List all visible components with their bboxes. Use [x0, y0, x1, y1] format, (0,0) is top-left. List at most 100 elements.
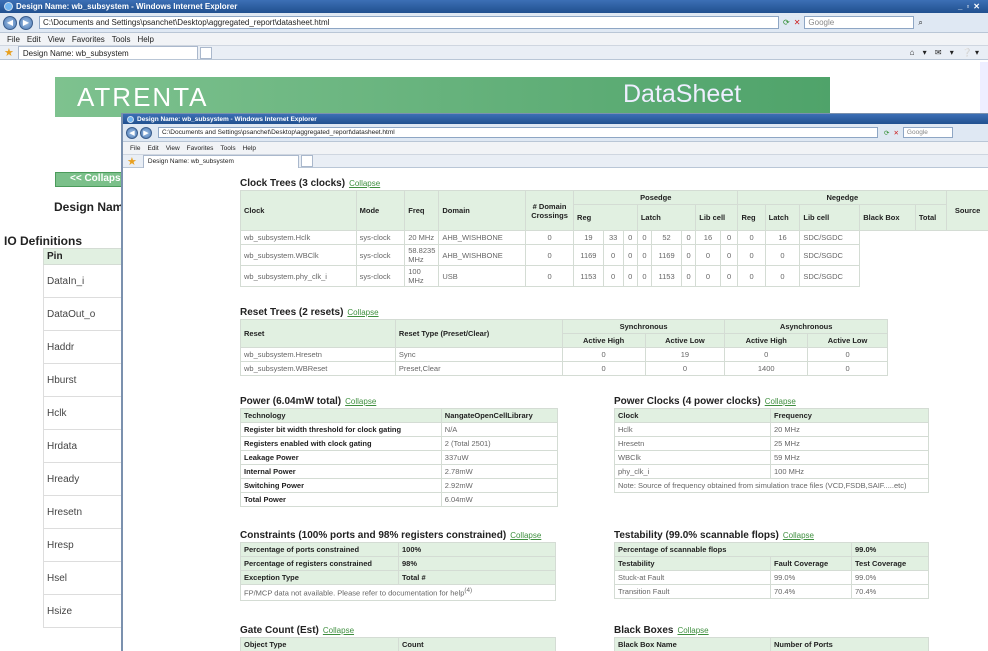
stop-icon[interactable]: ✕: [893, 129, 898, 137]
power-collapse-link[interactable]: Collapse: [345, 397, 376, 406]
back-address-input[interactable]: C:\Documents and Settings\psanchet\Deskt…: [39, 16, 779, 29]
power-row: Leakage Power 337uW: [240, 450, 559, 465]
collapse-all-button[interactable]: << Collaps: [55, 172, 125, 187]
menu-view[interactable]: View: [166, 145, 180, 152]
clock-domain: USB: [438, 265, 527, 287]
window-controls-icon[interactable]: _▫✕: [958, 2, 984, 11]
power-clocks-table: Clock Frequency Hclk 20 MHz Hresetn 25 MHz WB…: [614, 408, 929, 493]
back-menu-bar: File Edit View Favorites Tools Help: [0, 33, 988, 46]
clock-value: 19: [573, 230, 604, 245]
menu-tools[interactable]: Tools: [112, 35, 131, 44]
scannable-value: 99.0%: [851, 542, 929, 557]
forward-nav-icon[interactable]: ▶: [19, 15, 33, 30]
clock-value: 0: [622, 244, 638, 266]
clock-mode: sys-clock: [355, 230, 406, 245]
menu-help[interactable]: Help: [243, 145, 256, 152]
clock-crossings: 0: [525, 230, 575, 245]
io-pin: Hclk: [43, 396, 123, 430]
reset-collapse-link[interactable]: Collapse: [347, 308, 378, 317]
menu-view[interactable]: View: [48, 35, 65, 44]
io-heading: IO Definitions: [4, 234, 82, 248]
col-pc-clock: Clock: [614, 408, 771, 423]
col-neg-blackbox: Black Box: [859, 204, 916, 231]
power-value: 2.78mW: [440, 464, 559, 479]
clock-value: 0: [680, 265, 697, 287]
clock-value: 0: [636, 244, 653, 266]
menu-edit[interactable]: Edit: [27, 35, 41, 44]
refresh-icon[interactable]: ⟳: [783, 18, 790, 27]
front-address-input[interactable]: C:\Documents and Settings\psanchet\Deskt…: [158, 127, 878, 138]
clock-value: 52: [651, 230, 682, 245]
refresh-icon[interactable]: ⟳: [884, 129, 889, 137]
clock-value: 0: [695, 265, 721, 287]
reset-row: wb_subsystem.WBReset Preset,Clear 0 0 1400 0: [240, 361, 888, 376]
constraints-table: Percentage of ports constrained 100% Perc…: [240, 542, 556, 601]
col-crossings: # Domain Crossings: [525, 190, 575, 231]
constraint-label: Exception Type: [240, 570, 399, 585]
power-clock-name: Hresetn: [614, 436, 771, 451]
command-bar-icons[interactable]: ⌂ ▾ ✉ ▾ ❔▾: [910, 48, 982, 57]
col-neg-latch: Latch: [764, 204, 801, 231]
io-pin-header: Pin: [43, 248, 123, 265]
back-nav-icon[interactable]: ◀: [3, 15, 17, 30]
back-tab[interactable]: Design Name: wb_subsystem: [17, 46, 198, 59]
front-menu-bar: File Edit View Favorites Tools Help: [123, 142, 988, 155]
clock-row: wb_subsystem.Hclk sys-clock 20 MHz AHB_WISH…: [240, 230, 988, 245]
menu-favorites[interactable]: Favorites: [72, 35, 105, 44]
front-search-input[interactable]: Google: [902, 127, 953, 138]
power-clocks-collapse-link[interactable]: Collapse: [765, 397, 796, 406]
menu-file[interactable]: File: [130, 145, 140, 152]
power-clock-row: phy_clk_i 100 MHz: [614, 464, 929, 479]
testability-value: 99.0%: [851, 570, 929, 585]
reset-value: 0: [561, 347, 646, 362]
constraints-collapse-link[interactable]: Collapse: [510, 531, 541, 540]
power-row: Total Power 6.04mW: [240, 492, 559, 507]
search-icon[interactable]: ⌕: [918, 18, 922, 28]
menu-tools[interactable]: Tools: [220, 145, 235, 152]
power-heading: Power (6.04mW total) Collapse: [240, 396, 377, 407]
power-label: Register bit width threshold for clock g…: [240, 422, 442, 437]
menu-help[interactable]: Help: [137, 35, 153, 44]
menu-edit[interactable]: Edit: [147, 145, 158, 152]
back-search-input[interactable]: Google: [804, 16, 915, 29]
menu-file[interactable]: File: [7, 35, 20, 44]
new-tab-icon[interactable]: [300, 155, 313, 167]
front-title-bar: Design Name: wb_subsystem - Windows Inte…: [123, 114, 988, 124]
clock-collapse-link[interactable]: Collapse: [349, 179, 380, 188]
col-test-coverage: Test Coverage: [851, 556, 929, 571]
clock-mode: sys-clock: [355, 244, 406, 266]
favorites-star-icon[interactable]: ★: [127, 155, 137, 168]
clock-name: wb_subsystem.phy_clk_i: [240, 265, 357, 287]
back-nav-icon[interactable]: ◀: [126, 126, 138, 139]
clock-row: wb_subsystem.WBClk sys-clock 58.8235 MHz AH…: [240, 244, 988, 266]
clock-freq: 20 MHz: [404, 230, 440, 245]
power-clocks-heading: Power Clocks (4 power clocks) Collapse: [614, 396, 796, 407]
clock-value: 1169: [651, 244, 682, 266]
col-freq: Freq: [404, 190, 440, 231]
power-label: Internal Power: [240, 464, 442, 479]
reset-value: 0: [724, 347, 809, 362]
black-boxes-collapse-link[interactable]: Collapse: [677, 626, 708, 635]
clock-mode: sys-clock: [355, 265, 406, 287]
stop-icon[interactable]: ✕: [794, 18, 801, 27]
constraint-label: Percentage of ports constrained: [240, 542, 399, 557]
io-pin: DataIn_i: [43, 264, 123, 298]
testability-value: 99.0%: [769, 570, 853, 585]
clock-name: wb_subsystem.WBClk: [240, 244, 357, 266]
col-async-ah: Active High: [724, 333, 809, 348]
io-pin: Hrdata: [43, 429, 123, 463]
new-tab-icon[interactable]: [199, 46, 212, 59]
favorites-star-icon[interactable]: ★: [4, 46, 14, 59]
clock-value: 16: [695, 230, 721, 245]
power-clock-frequency: 59 MHz: [770, 450, 929, 465]
gate-count-collapse-link[interactable]: Collapse: [323, 626, 354, 635]
scannable-label: Percentage of scannable flops: [613, 542, 853, 557]
col-clock: Clock: [240, 190, 357, 231]
forward-nav-icon[interactable]: ▶: [140, 126, 152, 139]
menu-favorites[interactable]: Favorites: [187, 145, 214, 152]
front-tab[interactable]: Design Name: wb_subsystem: [142, 154, 299, 168]
clock-value: 0: [737, 265, 766, 287]
power-label: Total Power: [240, 492, 442, 507]
io-pin: Hburst: [43, 363, 123, 397]
testability-collapse-link[interactable]: Collapse: [783, 531, 814, 540]
